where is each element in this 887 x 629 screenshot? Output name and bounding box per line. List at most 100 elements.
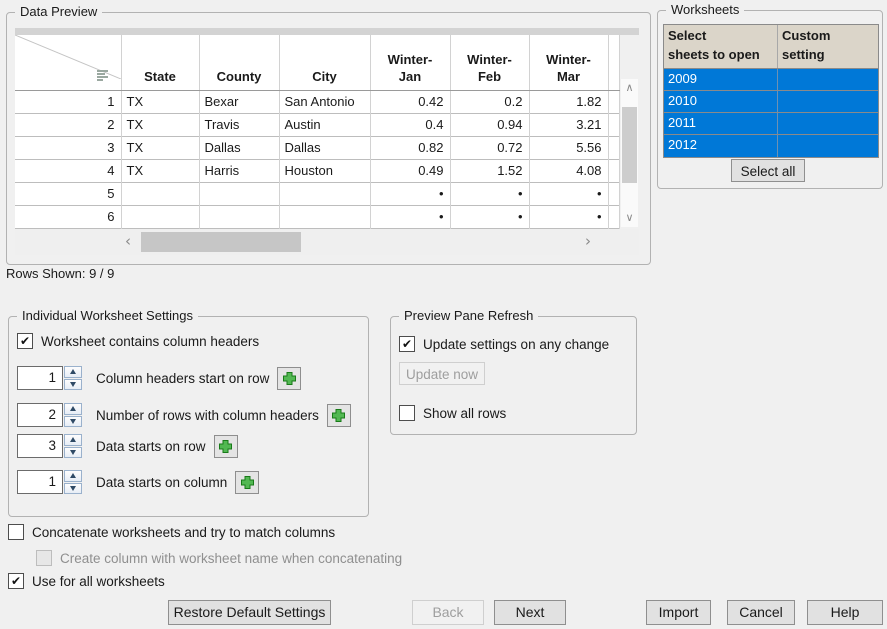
header-rows-count-stepper[interactable] <box>64 403 82 427</box>
create-column-checkbox <box>36 550 52 566</box>
data-start-column-row: 1 Data starts on column <box>17 470 259 494</box>
preview-vertical-scrollbar[interactable]: ∧ ∨ <box>621 79 638 227</box>
table-cell: • <box>450 205 529 228</box>
table-cell: Travis <box>199 113 279 136</box>
rows-shown-status: Rows Shown: 9 / 9 <box>6 266 114 281</box>
worksheets-header: Select sheets to open Custom setting <box>664 25 878 69</box>
column-header[interactable]: Winter- Feb <box>450 35 529 90</box>
import-button[interactable]: Import <box>646 600 711 625</box>
worksheets-rows: 2009201020112012 <box>664 69 878 157</box>
table-cell: Bexar <box>199 90 279 113</box>
column-width-bar[interactable] <box>15 28 639 35</box>
restore-defaults-button[interactable]: Restore Default Settings <box>168 600 331 625</box>
select-all-button[interactable]: Select all <box>731 159 805 182</box>
worksheets-legend: Worksheets <box>666 2 744 17</box>
add-header-rows-count-button[interactable] <box>327 404 351 427</box>
add-data-start-column-button[interactable] <box>235 471 259 494</box>
column-header[interactable]: Winter- Mar <box>529 35 608 90</box>
scroll-up-icon[interactable]: ∧ <box>621 81 638 95</box>
vertical-scroll-thumb[interactable] <box>622 107 637 183</box>
back-button[interactable]: Back <box>412 600 484 625</box>
table-cell: Harris <box>199 159 279 182</box>
preview-header-row: StateCountyCityWinter- JanWinter- FebWin… <box>15 35 619 90</box>
update-on-change-row: Update settings on any change <box>399 336 609 352</box>
table-row: 4TXHarrisHouston0.491.524.08 <box>15 159 619 182</box>
filler-cell <box>608 90 619 113</box>
horizontal-scroll-thumb[interactable] <box>141 232 301 252</box>
table-cell: TX <box>121 90 199 113</box>
header-rows-count-input[interactable]: 2 <box>17 403 63 427</box>
row-number-cell: 3 <box>15 136 121 159</box>
data-start-column-label: Data starts on column <box>96 475 227 490</box>
add-data-start-row-button[interactable] <box>214 435 238 458</box>
next-button[interactable]: Next <box>494 600 566 625</box>
table-row: 5••• <box>15 182 619 205</box>
add-headers-start-row-button[interactable] <box>277 367 301 390</box>
spin-up-icon[interactable] <box>70 369 76 374</box>
worksheet-row-2010[interactable]: 2010 <box>664 91 878 113</box>
table-row: 3TXDallasDallas0.820.725.56 <box>15 136 619 159</box>
data-start-row-input[interactable]: 3 <box>17 434 63 458</box>
spin-down-icon[interactable] <box>70 382 76 387</box>
plus-icon <box>331 408 346 423</box>
corner-header-cell <box>15 35 121 90</box>
cancel-button[interactable]: Cancel <box>727 600 795 625</box>
table-cell: TX <box>121 159 199 182</box>
worksheet-row-2011[interactable]: 2011 <box>664 113 878 135</box>
spin-up-icon[interactable] <box>70 406 76 411</box>
table-cell <box>279 182 370 205</box>
filler-header-cell <box>608 35 619 90</box>
plus-icon <box>282 371 297 386</box>
contains-headers-checkbox[interactable] <box>17 333 33 349</box>
help-button[interactable]: Help <box>807 600 883 625</box>
preview-table: StateCountyCityWinter- JanWinter- FebWin… <box>15 35 620 251</box>
column-header[interactable]: Winter- Jan <box>370 35 450 90</box>
table-cell: TX <box>121 136 199 159</box>
table-cell <box>199 182 279 205</box>
worksheet-settings-legend: Individual Worksheet Settings <box>17 308 198 323</box>
update-on-change-label: Update settings on any change <box>423 337 609 352</box>
show-all-rows-checkbox[interactable] <box>399 405 415 421</box>
worksheets-group: Worksheets Select sheets to open Custom … <box>657 10 883 189</box>
filler-cell <box>608 136 619 159</box>
headers-start-row-stepper[interactable] <box>64 366 82 390</box>
spin-up-icon[interactable] <box>70 473 76 478</box>
scroll-down-icon[interactable]: ∨ <box>621 211 638 225</box>
worksheet-name: 2011 <box>664 113 778 134</box>
table-cell: TX <box>121 113 199 136</box>
data-start-column-stepper[interactable] <box>64 470 82 494</box>
update-now-button[interactable]: Update now <box>399 362 485 385</box>
filler-cell <box>608 159 619 182</box>
show-all-rows-label: Show all rows <box>423 406 506 421</box>
data-preview-legend: Data Preview <box>15 4 102 19</box>
scroll-left-icon[interactable]: ‹ <box>125 229 131 255</box>
filler-cell <box>608 182 619 205</box>
spin-up-icon[interactable] <box>70 437 76 442</box>
column-header[interactable]: City <box>279 35 370 90</box>
row-number-cell: 6 <box>15 205 121 228</box>
table-cell: Dallas <box>199 136 279 159</box>
column-header[interactable]: State <box>121 35 199 90</box>
preview-table-body: 1TXBexarSan Antonio0.420.21.822TXTravisA… <box>15 90 619 251</box>
spin-down-icon[interactable] <box>70 450 76 455</box>
spin-down-icon[interactable] <box>70 419 76 424</box>
table-cell: San Antonio <box>279 90 370 113</box>
sheets-column-header: Select sheets to open <box>664 25 778 68</box>
scroll-right-icon[interactable]: › <box>585 229 591 255</box>
table-cell: Houston <box>279 159 370 182</box>
worksheet-row-2012[interactable]: 2012 <box>664 135 878 157</box>
table-cell: 4.08 <box>529 159 608 182</box>
table-cell: 0.49 <box>370 159 450 182</box>
preview-horizontal-scrollbar[interactable]: ‹ › <box>15 229 639 255</box>
data-start-column-input[interactable]: 1 <box>17 470 63 494</box>
use-all-worksheets-checkbox[interactable] <box>8 573 24 589</box>
concatenate-checkbox[interactable] <box>8 524 24 540</box>
update-on-change-checkbox[interactable] <box>399 336 415 352</box>
data-start-row-stepper[interactable] <box>64 434 82 458</box>
headers-start-row-input[interactable]: 1 <box>17 366 63 390</box>
table-cell <box>279 205 370 228</box>
spin-down-icon[interactable] <box>70 486 76 491</box>
column-header[interactable]: County <box>199 35 279 90</box>
worksheet-row-2009[interactable]: 2009 <box>664 69 878 91</box>
table-cell: • <box>370 205 450 228</box>
